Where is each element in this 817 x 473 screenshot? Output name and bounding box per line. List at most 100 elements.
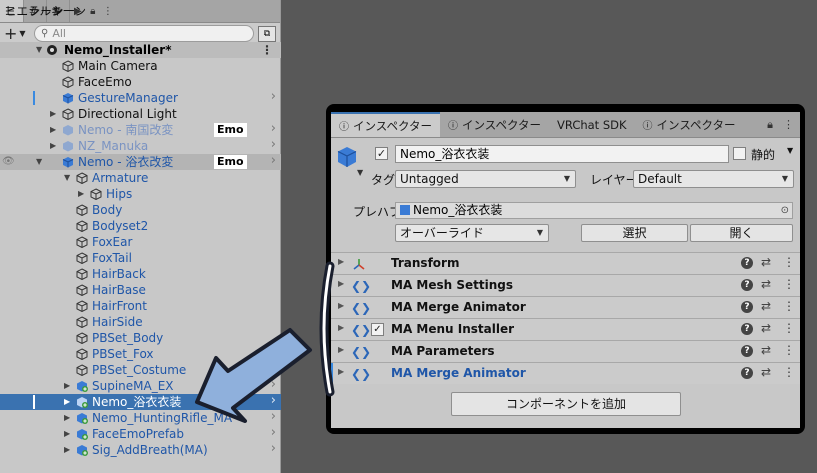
- presets-sliders-icon[interactable]: ⇄: [761, 255, 771, 269]
- tree-item-armature[interactable]: ▼ Armature: [0, 170, 281, 186]
- object-picker-icon[interactable]: ⊙: [781, 203, 789, 218]
- tab-inspector-1[interactable]: ⓘ インスペクター: [331, 112, 441, 137]
- component-ma-merge-animator[interactable]: ▶ ❮❯ MA Merge Animator ? ⇄ ⋮: [331, 296, 800, 318]
- scene-visibility-button[interactable]: ⧉: [258, 25, 276, 42]
- expand-arrow-icon[interactable]: ▶: [64, 410, 70, 426]
- tree-item-nemo-huntingrifle[interactable]: ▶ Nemo_HuntingRifle_MA ›: [0, 409, 281, 426]
- tree-item-hairfront[interactable]: HairFront: [0, 298, 281, 314]
- component-ma-merge-animator-added[interactable]: ▶ ❮❯ MA Merge Animator ? ⇄ ⋮: [331, 362, 800, 384]
- presets-sliders-icon[interactable]: ⇄: [761, 299, 771, 313]
- visibility-eye-icon[interactable]: 👁︎: [2, 154, 15, 170]
- help-icon[interactable]: ?: [741, 367, 753, 379]
- expand-arrow-icon[interactable]: ▶: [64, 442, 70, 458]
- lock-icon[interactable]: 🔒︎: [85, 0, 100, 22]
- select-button[interactable]: 選択: [581, 224, 688, 242]
- tree-item-bodyset2[interactable]: Bodyset2: [0, 218, 281, 234]
- component-menu-icon[interactable]: ⋮: [783, 255, 795, 269]
- tree-item-nemo-yukata[interactable]: 👁︎ ▼ Nemo - 浴衣改変 Emo ›: [0, 153, 281, 170]
- expand-arrow-icon[interactable]: ▶: [64, 426, 70, 442]
- chevron-right-icon[interactable]: ›: [271, 425, 276, 441]
- object-name-field[interactable]: Nemo_浴衣衣装: [395, 145, 729, 163]
- tab-hierarchy[interactable]: ☰ ヒエラルキー: [0, 0, 74, 22]
- tab-vrchat-sdk[interactable]: VRChat SDK: [549, 112, 635, 137]
- expand-arrow-icon[interactable]: ▶: [338, 301, 344, 310]
- open-button[interactable]: 開く: [690, 224, 793, 242]
- create-button[interactable]: + ▼: [4, 24, 34, 43]
- more-menu-icon[interactable]: ⋮: [783, 118, 794, 131]
- search-input[interactable]: ⚲ All: [34, 25, 254, 42]
- component-menu-icon[interactable]: ⋮: [783, 277, 795, 291]
- expand-arrow-icon[interactable]: ▶: [338, 257, 344, 266]
- expand-arrow-icon[interactable]: ▶: [338, 367, 344, 376]
- expand-arrow-icon[interactable]: ▼: [64, 170, 70, 186]
- component-ma-mesh-settings[interactable]: ▶ ❮❯ MA Mesh Settings ? ⇄ ⋮: [331, 274, 800, 296]
- tree-item-main-camera[interactable]: Main Camera: [0, 58, 281, 74]
- tab-inspector-3[interactable]: ⓘ インスペクター: [635, 112, 744, 137]
- expand-arrow-icon[interactable]: ▶: [64, 394, 70, 410]
- tree-item-foxtail[interactable]: FoxTail: [0, 250, 281, 266]
- tree-item-supinema-ex[interactable]: ▶ SupineMA_EX ›: [0, 377, 281, 394]
- tree-item-faceemo[interactable]: FaceEmo: [0, 74, 281, 90]
- help-icon[interactable]: ?: [741, 301, 753, 313]
- tree-item-pbset-body[interactable]: PBSet_Body: [0, 330, 281, 346]
- chevron-down-icon[interactable]: ▼: [357, 168, 363, 177]
- expand-arrow-icon[interactable]: ▶: [64, 378, 70, 394]
- layer-dropdown[interactable]: Default ▼: [633, 170, 794, 188]
- chevron-right-icon[interactable]: ›: [271, 121, 276, 137]
- tree-item-nemo-yukata-costume[interactable]: ▶ Nemo_浴衣衣装 ›: [0, 393, 281, 410]
- component-menu-icon[interactable]: ⋮: [783, 365, 795, 379]
- chevron-right-icon[interactable]: ›: [271, 153, 276, 169]
- presets-sliders-icon[interactable]: ⇄: [761, 343, 771, 357]
- component-ma-menu-installer[interactable]: ▶ ❮❯ ✓ MA Menu Installer ? ⇄ ⋮: [331, 318, 800, 340]
- tree-item-sig-addbreath[interactable]: ▶ Sig_AddBreath(MA) ›: [0, 441, 281, 458]
- tag-dropdown[interactable]: Untagged ▼: [395, 170, 576, 188]
- tree-item-pbset-fox[interactable]: PBSet_Fox: [0, 346, 281, 362]
- chevron-right-icon[interactable]: ›: [271, 137, 276, 153]
- chevron-right-icon[interactable]: ›: [271, 441, 276, 457]
- expand-arrow-icon[interactable]: ▶: [78, 186, 84, 202]
- tree-item-body[interactable]: Body: [0, 202, 281, 218]
- static-dropdown-icon[interactable]: ▼: [787, 146, 793, 155]
- object-icon[interactable]: ▼: [337, 146, 363, 177]
- presets-sliders-icon[interactable]: ⇄: [761, 321, 771, 335]
- active-checkbox[interactable]: ✓: [375, 147, 388, 160]
- add-component-button[interactable]: コンポーネントを追加: [451, 392, 681, 416]
- chevron-right-icon[interactable]: ›: [271, 393, 276, 409]
- help-icon[interactable]: ?: [741, 279, 753, 291]
- expand-arrow-icon[interactable]: ▶: [50, 106, 56, 122]
- tab-inspector-2[interactable]: ⓘ インスペクター: [440, 112, 549, 137]
- expand-arrow-icon[interactable]: ▶: [50, 122, 56, 138]
- expand-arrow-icon[interactable]: ▶: [338, 323, 344, 332]
- tree-item-hairbase[interactable]: HairBase: [0, 282, 281, 298]
- tree-item-hips[interactable]: ▶ Hips: [0, 186, 281, 202]
- chevron-right-icon[interactable]: ›: [271, 89, 276, 105]
- tree-item-pbset-costume[interactable]: PBSet_Costume: [0, 362, 281, 378]
- tree-item-hairback[interactable]: HairBack: [0, 266, 281, 282]
- component-transform[interactable]: ▶ Transform ? ⇄ ⋮: [331, 252, 800, 274]
- help-icon[interactable]: ?: [741, 257, 753, 269]
- tree-item-nz-manuka[interactable]: ▶ NZ_Manuka ›: [0, 137, 281, 154]
- component-menu-icon[interactable]: ⋮: [783, 343, 795, 357]
- chevron-right-icon[interactable]: ›: [271, 409, 276, 425]
- expand-arrow-icon[interactable]: ▼: [36, 42, 42, 58]
- tree-item-hairside[interactable]: HairSide: [0, 314, 281, 330]
- prefab-asset-field[interactable]: Nemo_浴衣衣装 ⊙: [395, 202, 793, 219]
- static-checkbox[interactable]: [733, 147, 746, 160]
- expand-arrow-icon[interactable]: ▼: [36, 154, 42, 170]
- expand-arrow-icon[interactable]: ▶: [338, 279, 344, 288]
- help-icon[interactable]: ?: [741, 323, 753, 335]
- component-menu-icon[interactable]: ⋮: [783, 299, 795, 313]
- component-menu-icon[interactable]: ⋮: [783, 321, 795, 335]
- lock-icon[interactable]: 🔒︎: [767, 118, 773, 132]
- tree-item-faceemoprefab[interactable]: ▶ FaceEmoPrefab ›: [0, 425, 281, 442]
- scene-menu-icon[interactable]: ⋮: [261, 42, 273, 58]
- tree-item-directional-light[interactable]: ▶ Directional Light: [0, 106, 281, 122]
- tree-item-foxear[interactable]: FoxEar: [0, 234, 281, 250]
- presets-sliders-icon[interactable]: ⇄: [761, 365, 771, 379]
- component-enabled-checkbox[interactable]: ✓: [371, 323, 384, 336]
- chevron-right-icon[interactable]: ›: [271, 377, 276, 393]
- tree-item-gesturemanager[interactable]: GestureManager ›: [0, 89, 281, 106]
- scene-row[interactable]: ▼ Nemo_Installer* ⋮: [0, 42, 281, 58]
- overrides-dropdown[interactable]: オーバーライド ▼: [395, 224, 549, 242]
- more-menu-icon[interactable]: ⋮: [100, 0, 115, 22]
